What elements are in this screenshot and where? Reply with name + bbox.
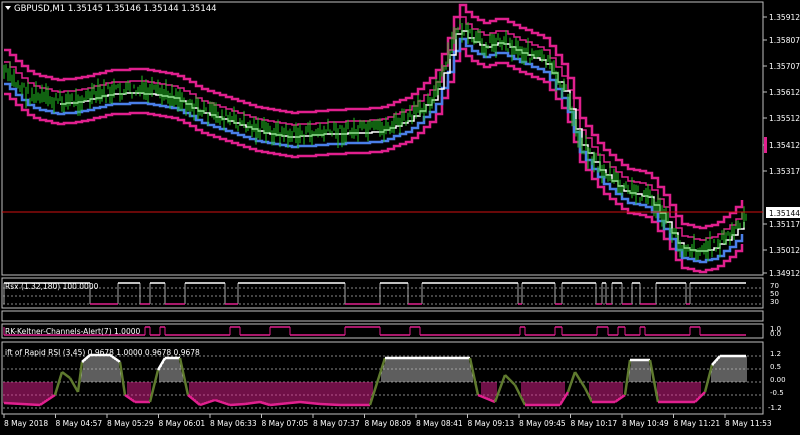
rsi-line-segment xyxy=(299,400,321,406)
triangle-down-icon[interactable] xyxy=(5,6,11,10)
price-tick-label: 1.35912 xyxy=(769,13,800,22)
current-price-label: 1.35144 xyxy=(769,209,800,218)
rsi-line-segment xyxy=(3,401,41,407)
time-tick-label: 8 May 06:33 xyxy=(210,419,257,428)
rsi-line-segment xyxy=(76,361,84,393)
price-tick-label: 1.35317 xyxy=(769,167,800,176)
rsi-line-segment xyxy=(148,369,160,403)
time-tick-label: 8 May 10:49 xyxy=(622,419,669,428)
middle-band-line xyxy=(60,30,745,252)
rsi-line-segment xyxy=(178,357,190,396)
rsi-line-segment xyxy=(319,402,341,407)
time-tick-label: 8 May 09:13 xyxy=(468,419,515,428)
rsx-label: Rsx (1.32,180) 100.0000 xyxy=(5,282,99,291)
main-chart-frame[interactable] xyxy=(1,1,764,276)
rsx-level-50: 50 xyxy=(770,290,779,298)
mt4-chart-window: GBPUSD,M1 1.35145 1.35146 1.35144 1.3514… xyxy=(0,0,800,431)
rsi-line-segment xyxy=(53,371,64,396)
price-tick-label: 1.35117 xyxy=(769,220,800,229)
price-axis[interactable]: 1.35912 1.35807 1.35707 1.35612 1.35512 1.354… xyxy=(763,13,800,278)
rsi-level-0: 0.00 xyxy=(770,376,786,384)
price-tick-label: 1.35612 xyxy=(769,88,800,97)
rsi-line-segment xyxy=(583,387,594,403)
time-tick-label: 8 May 04:57 xyxy=(56,419,103,428)
rsi-line-segment xyxy=(244,400,261,406)
price-tick-label: 1.35412 xyxy=(769,141,800,150)
rsi-line-segment xyxy=(648,359,660,403)
upper-band-line xyxy=(4,3,744,230)
rsi-line-segment xyxy=(573,371,587,389)
lower-band-line xyxy=(4,37,744,264)
price-bars xyxy=(3,19,747,262)
rsx-level-70: 70 xyxy=(770,282,779,290)
rsx-series xyxy=(3,282,762,305)
time-tick-label: 8 May 06:01 xyxy=(159,419,206,428)
rsi-line-segment xyxy=(68,377,80,393)
rsx-transitions xyxy=(3,283,691,304)
time-tick-label: 8 May 09:45 xyxy=(519,419,566,428)
time-tick-label: 8 May 2018 xyxy=(4,419,48,428)
rsi-level-0-5: 0.5 xyxy=(770,363,781,371)
rsi-line-segment xyxy=(504,374,516,386)
main-chart-series xyxy=(3,3,747,274)
symbol-header: GBPUSD,M1 1.35145 1.35146 1.35144 1.3514… xyxy=(14,4,217,14)
rsi-level-1-2: 1.2 xyxy=(770,350,781,358)
keltner-level-0: 0.0 xyxy=(770,330,781,338)
time-tick-label: 8 May 05:29 xyxy=(107,419,154,428)
time-tick-label: 8 May 10:17 xyxy=(571,419,618,428)
rsi-line-segment xyxy=(229,402,246,407)
price-tick-label: 1.34912 xyxy=(769,269,800,278)
scroll-marker[interactable] xyxy=(764,137,767,153)
time-tick-label: 8 May 07:05 xyxy=(262,419,309,428)
time-tick-label: 8 May 08:09 xyxy=(365,419,412,428)
rsi-label: ift of Rapid RSI (3,45) 0.9678 1.0000 0.… xyxy=(5,348,200,357)
time-tick-label: 8 May 08:41 xyxy=(416,419,463,428)
keltner-label: RK-Keltner-Channels-Alert(7) 1.0000 xyxy=(5,327,140,336)
upper-inner-band-line xyxy=(4,16,743,241)
rsx-level-30: 30 xyxy=(770,298,779,306)
rsi-line-segment xyxy=(118,361,127,396)
rsi-line-segment xyxy=(623,359,632,396)
time-tick-label: 8 May 11:53 xyxy=(725,419,772,428)
rapid-rsi-series xyxy=(3,353,762,409)
spacer-panel-frame xyxy=(1,310,764,322)
rsi-level-neg-0-5: -0.5 xyxy=(770,389,784,397)
rsi-level-neg-1-2: -1.2 xyxy=(768,404,782,412)
time-tick-label: 8 May 11:21 xyxy=(674,419,721,428)
rsi-line-segment xyxy=(61,371,71,379)
price-tick-label: 1.35512 xyxy=(769,114,800,123)
time-tick-label: 8 May 07:37 xyxy=(313,419,360,428)
time-axis[interactable]: 8 May 2018 8 May 04:57 8 May 05:29 8 May 06… xyxy=(3,414,772,428)
price-tick-label: 1.35012 xyxy=(769,246,800,255)
rsi-line-segment xyxy=(566,371,577,393)
price-tick-label: 1.35807 xyxy=(769,36,800,45)
price-tick-label: 1.35707 xyxy=(769,62,800,71)
rsi-line-segment xyxy=(468,357,480,396)
